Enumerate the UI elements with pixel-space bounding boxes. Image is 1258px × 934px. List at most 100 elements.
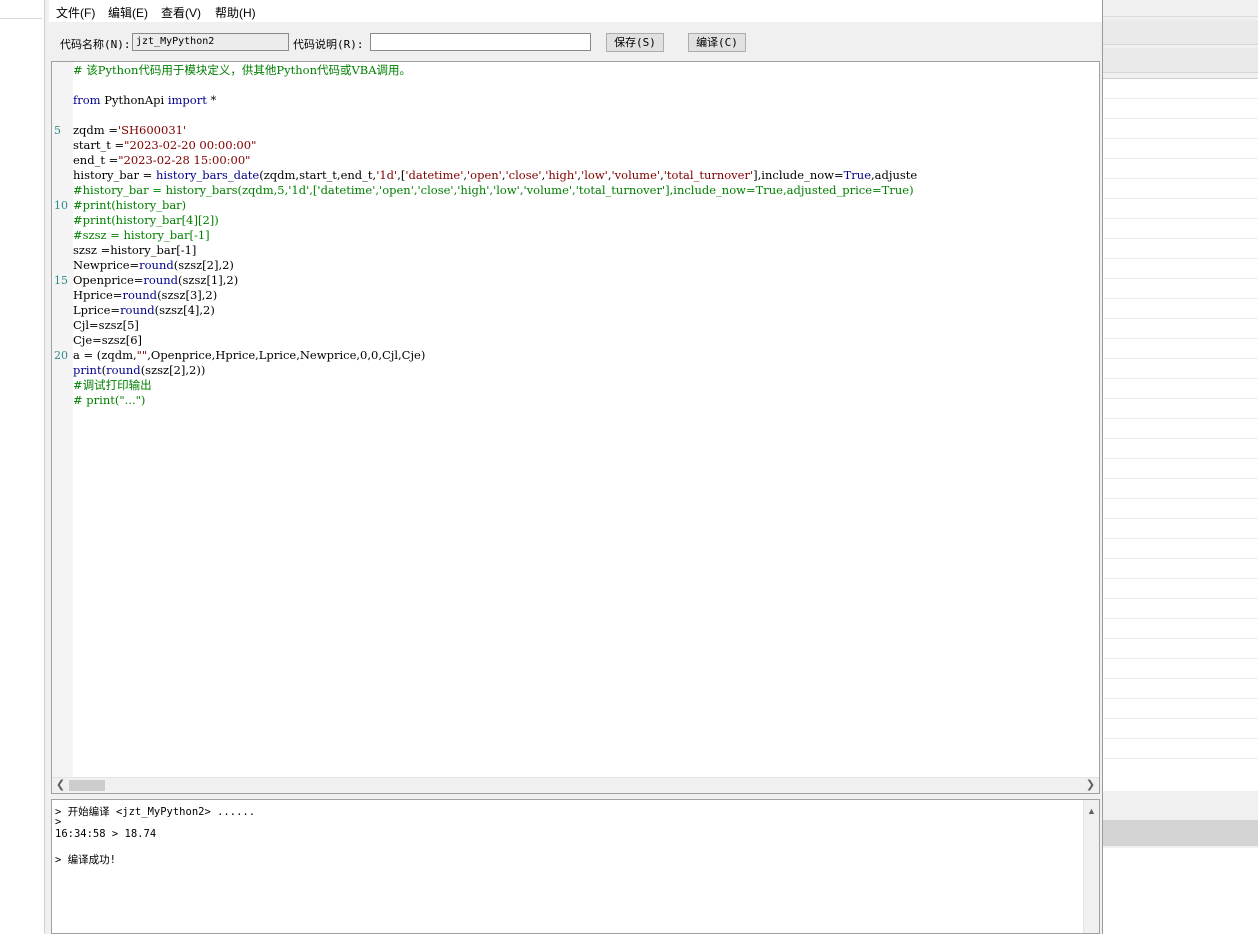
right-list-row[interactable]: [1102, 639, 1258, 659]
right-list-row[interactable]: [1102, 279, 1258, 299]
right-list-row[interactable]: [1102, 739, 1258, 759]
right-list-row[interactable]: [1102, 719, 1258, 739]
right-list-row[interactable]: [1102, 619, 1258, 639]
menu-file[interactable]: 文件(F): [56, 4, 95, 21]
code-text: print(round(szsz[2],2)): [73, 363, 206, 377]
code-text: #history_bar = history_bars(zqdm,5,'1d',…: [73, 183, 914, 197]
code-line[interactable]: print(round(szsz[2],2)): [52, 363, 1099, 378]
code-text: szsz =history_bar[-1]: [73, 243, 197, 257]
code-line[interactable]: #print(history_bar[4][2]): [52, 213, 1099, 228]
code-line[interactable]: [52, 108, 1099, 123]
line-number: 10: [54, 199, 68, 212]
code-text: Newprice=round(szsz[2],2): [73, 258, 234, 272]
right-window-toolbar: [1102, 20, 1258, 45]
output-line: > 开始编译 <jzt_MyPython2> ......: [55, 806, 256, 818]
code-text: #调试打印输出: [73, 378, 152, 392]
code-line[interactable]: 5 zqdm ='SH600031': [52, 123, 1099, 138]
right-list-row[interactable]: [1102, 539, 1258, 559]
right-list-row[interactable]: [1102, 579, 1258, 599]
right-list-row[interactable]: [1102, 119, 1258, 139]
scroll-up-icon[interactable]: ▲: [1084, 804, 1099, 818]
code-line[interactable]: szsz =history_bar[-1]: [52, 243, 1099, 258]
scroll-left-icon[interactable]: ❮: [53, 778, 68, 793]
right-list-row[interactable]: [1102, 679, 1258, 699]
menu-view[interactable]: 查看(V): [161, 4, 201, 21]
toolbar: 代码名称(N): jzt_MyPython2 代码说明(R): 保存(S) 编译…: [49, 22, 1102, 60]
line-number: 15: [54, 274, 68, 287]
code-line[interactable]: Cjl=szsz[5]: [52, 318, 1099, 333]
code-editor[interactable]: # 该Python代码用于模块定义，供其他Python代码或VBA调用。 from…: [51, 61, 1100, 794]
code-line[interactable]: 10 #print(history_bar): [52, 198, 1099, 213]
compile-output-panel: > 开始编译 <jzt_MyPython2> ...... >16:34:58 >…: [51, 799, 1100, 934]
save-button[interactable]: 保存(S): [606, 33, 664, 52]
right-list-row[interactable]: [1102, 319, 1258, 339]
code-line[interactable]: #调试打印输出: [52, 378, 1099, 393]
right-list-row[interactable]: [1102, 339, 1258, 359]
horizontal-scrollbar[interactable]: ❮ ❯: [52, 777, 1099, 793]
right-list-row[interactable]: [1102, 159, 1258, 179]
code-line[interactable]: end_t ="2023-02-28 15:00:00": [52, 153, 1099, 168]
right-list-row[interactable]: [1102, 659, 1258, 679]
right-list-row[interactable]: [1102, 419, 1258, 439]
right-list-row[interactable]: [1102, 439, 1258, 459]
right-list-row[interactable]: [1102, 699, 1258, 719]
code-text: # print("..."): [73, 393, 146, 407]
right-list-row[interactable]: [1102, 239, 1258, 259]
left-panel-top-box: [0, 0, 42, 19]
code-line[interactable]: start_t ="2023-02-20 00:00:00": [52, 138, 1099, 153]
right-list-row[interactable]: [1102, 79, 1258, 99]
code-line[interactable]: 15 Openprice=round(szsz[1],2): [52, 273, 1099, 288]
right-list-row[interactable]: [1102, 499, 1258, 519]
code-line[interactable]: Newprice=round(szsz[2],2): [52, 258, 1099, 273]
right-list-row[interactable]: [1102, 299, 1258, 319]
right-list-row[interactable]: [1102, 139, 1258, 159]
code-line[interactable]: from PythonApi import *: [52, 93, 1099, 108]
code-description-field[interactable]: [370, 33, 591, 51]
right-list-row[interactable]: [1102, 479, 1258, 499]
code-line[interactable]: 20 a = (zqdm,"",Openprice,Hprice,Lprice,N…: [52, 348, 1099, 363]
code-line[interactable]: #szsz = history_bar[-1]: [52, 228, 1099, 243]
right-list-row[interactable]: [1102, 199, 1258, 219]
right-list-row[interactable]: [1102, 259, 1258, 279]
code-name-label: 代码名称(N):: [60, 38, 131, 51]
scroll-right-icon[interactable]: ❯: [1083, 778, 1098, 793]
code-line[interactable]: # print("..."): [52, 393, 1099, 408]
right-list-row[interactable]: [1102, 559, 1258, 579]
vertical-scrollbar[interactable]: ▲: [1083, 800, 1099, 933]
code-line[interactable]: Lprice=round(szsz[4],2): [52, 303, 1099, 318]
scrollbar-thumb[interactable]: [69, 780, 105, 791]
right-window-divider: [1102, 16, 1258, 17]
line-number: 20: [54, 349, 68, 362]
menu-edit[interactable]: 编辑(E): [108, 4, 148, 21]
code-line[interactable]: #history_bar = history_bars(zqdm,5,'1d',…: [52, 183, 1099, 198]
right-list-row[interactable]: [1102, 219, 1258, 239]
code-line[interactable]: [52, 78, 1099, 93]
right-list-row[interactable]: [1102, 179, 1258, 199]
right-window-list[interactable]: [1102, 78, 1258, 791]
code-name-field[interactable]: jzt_MyPython2: [132, 33, 289, 51]
right-list-row[interactable]: [1102, 99, 1258, 119]
code-text: Lprice=round(szsz[4],2): [73, 303, 215, 317]
code-lines: # 该Python代码用于模块定义，供其他Python代码或VBA调用。 from…: [52, 63, 1099, 408]
code-text: #print(history_bar): [73, 198, 187, 212]
right-list-row[interactable]: [1102, 379, 1258, 399]
right-list-row[interactable]: [1102, 599, 1258, 619]
code-line[interactable]: # 该Python代码用于模块定义，供其他Python代码或VBA调用。: [52, 63, 1099, 78]
code-text: Cje=szsz[6]: [73, 333, 143, 347]
right-list-row[interactable]: [1102, 459, 1258, 479]
code-text: #szsz = history_bar[-1]: [73, 228, 210, 242]
right-list-row[interactable]: [1102, 399, 1258, 419]
right-list-row[interactable]: [1102, 519, 1258, 539]
output-line: > 编译成功!: [55, 854, 116, 866]
code-text: start_t ="2023-02-20 00:00:00": [73, 138, 257, 152]
compile-button[interactable]: 编译(C): [688, 33, 746, 52]
menu-help[interactable]: 帮助(H): [215, 4, 256, 21]
code-text: # 该Python代码用于模块定义，供其他Python代码或VBA调用。: [73, 63, 412, 77]
code-line[interactable]: Cje=szsz[6]: [52, 333, 1099, 348]
code-text: Cjl=szsz[5]: [73, 318, 139, 332]
right-list-row[interactable]: [1102, 359, 1258, 379]
code-line[interactable]: Hprice=round(szsz[3],2): [52, 288, 1099, 303]
code-line[interactable]: history_bar = history_bars_date(zqdm,sta…: [52, 168, 1099, 183]
output-line: >: [55, 816, 62, 828]
output-line: 16:34:58 > 18.74: [55, 828, 157, 840]
